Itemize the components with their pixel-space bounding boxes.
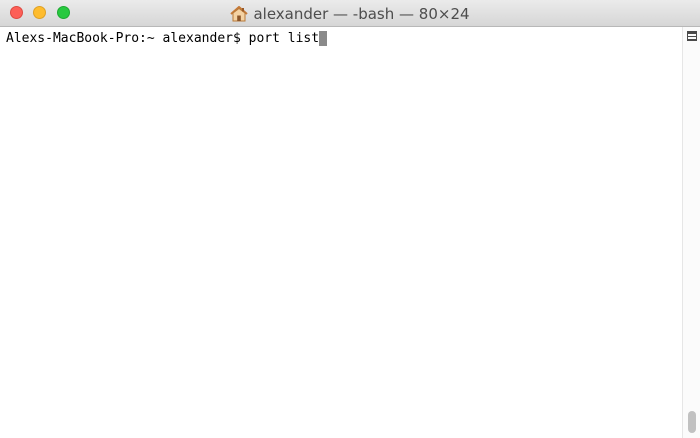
home-icon <box>230 5 249 21</box>
vertical-scrollbar[interactable] <box>682 27 700 438</box>
window-title: alexander — -bash — 80×24 <box>253 4 470 23</box>
command-text: port list <box>248 31 320 46</box>
text-cursor <box>319 31 328 46</box>
terminal-window: alexander — -bash — 80×24 Alexs-MacBook-… <box>0 0 700 438</box>
split-pane-icon[interactable] <box>687 31 697 41</box>
shell-prompt: Alexs-MacBook-Pro:~ alexander$ <box>6 31 249 46</box>
terminal-command-line: Alexs-MacBook-Pro:~ alexander$ port list <box>6 31 328 46</box>
terminal-content[interactable]: Alexs-MacBook-Pro:~ alexander$ port list <box>0 27 682 438</box>
window-title-area: alexander — -bash — 80×24 <box>0 0 700 27</box>
scrollbar-thumb[interactable] <box>688 411 696 433</box>
title-bar[interactable]: alexander — -bash — 80×24 <box>0 0 700 27</box>
